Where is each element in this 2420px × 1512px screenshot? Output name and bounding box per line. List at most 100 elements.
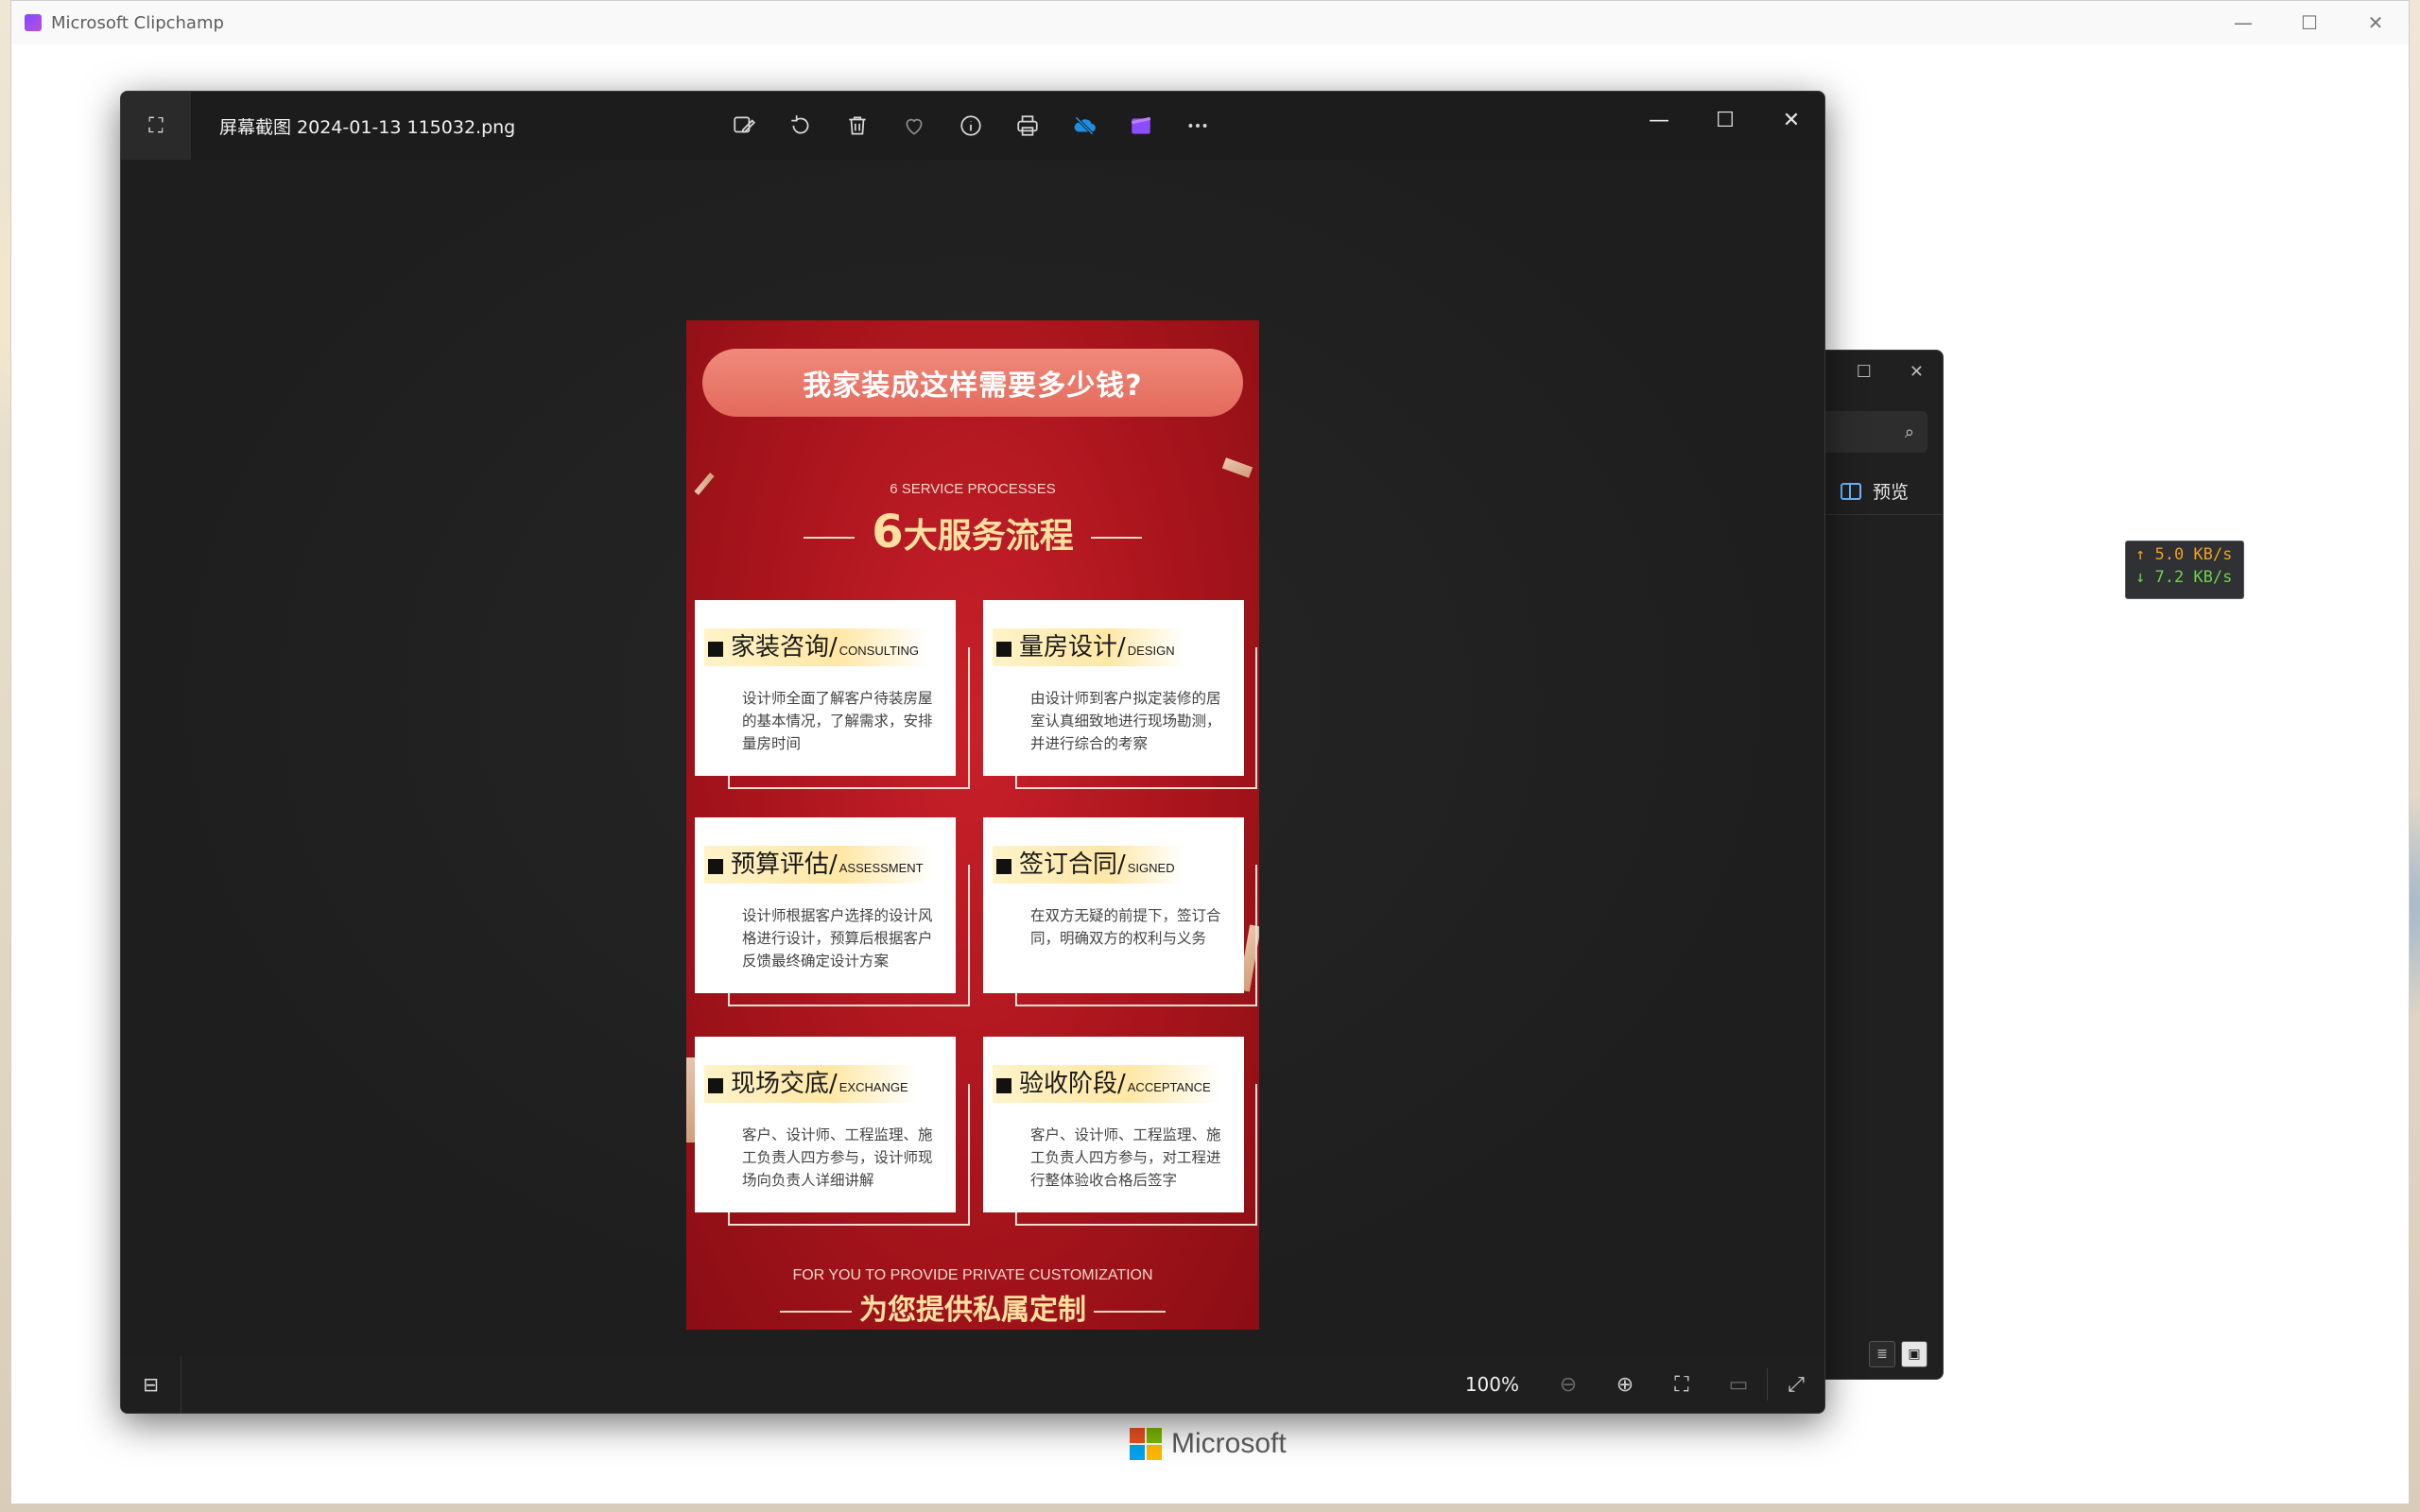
card-title-en: ASSESSMENT: [838, 861, 924, 875]
favorite-button[interactable]: [896, 108, 932, 144]
photos-close-button[interactable]: ✕: [1758, 92, 1824, 148]
edit-image-icon: [734, 116, 756, 133]
card-description: 由设计师到客户拟定装修的居室认真细致地进行现场勘测，并进行综合的考察: [1030, 690, 1221, 752]
photos-maximize-button[interactable]: ☐: [1692, 92, 1758, 148]
card-description: 客户、设计师、工程监理、施工负责人四方参与，设计师现场向负责人详细讲解: [742, 1126, 933, 1189]
filmstrip-toggle-button[interactable]: ⊟: [121, 1356, 182, 1413]
service-card: 量房设计/DESIGN 由设计师到客户拟定装修的居室认真细致地进行现场勘测，并进…: [983, 600, 1259, 791]
fullscreen-icon: ⤢: [1788, 1372, 1805, 1397]
poster-footer: 为您提供私属定制: [686, 1286, 1259, 1328]
info-button[interactable]: [953, 108, 989, 144]
card-title: 现场交底/EXCHANGE: [704, 1065, 918, 1103]
rotate-button[interactable]: [783, 108, 819, 144]
search-icon[interactable]: ⌕: [1905, 422, 1914, 442]
gallery-icon: ⛶: [148, 113, 164, 138]
card-title: 家装咨询/CONSULTING: [704, 628, 929, 666]
details-view-icon[interactable]: ≣: [1869, 1341, 1895, 1367]
footer-line-left: [780, 1310, 852, 1313]
fit-to-window-button[interactable]: ⛶: [1653, 1356, 1710, 1413]
card-title-cn: 量房设计/: [1019, 633, 1126, 662]
zoom-out-icon: ⊖: [1559, 1372, 1578, 1397]
side-maximize-icon[interactable]: ☐: [1857, 362, 1872, 382]
side-window-controls: ☐ ✕: [1816, 351, 1943, 392]
photos-viewer-window: ⛶ 屏幕截图 2024-01-13 115032.png — ☐ ✕ 我家装成这…: [120, 91, 1825, 1414]
file-name: 屏幕截图 2024-01-13 115032.png: [219, 116, 516, 138]
preview-pane-icon: [1841, 482, 1861, 500]
card-title-cn: 签订合同/: [1019, 850, 1126, 879]
service-card: 验收阶段/ACCEPTANCE 客户、设计师、工程监理、施工负责人四方参与，对工…: [983, 1037, 1259, 1228]
card-title: 验收阶段/ACCEPTANCE: [993, 1065, 1220, 1103]
print-icon: [1017, 115, 1038, 136]
side-search-box[interactable]: ⌕: [1816, 411, 1927, 453]
zoom-in-button[interactable]: ⊕: [1597, 1356, 1653, 1413]
view-switcher: ≣ ▣: [1869, 1341, 1927, 1367]
heading-line-right: [1090, 537, 1142, 539]
photos-minimize-button[interactable]: —: [1626, 92, 1692, 148]
preview-label: 预览: [1873, 482, 1910, 503]
tiles-view-icon[interactable]: ▣: [1901, 1341, 1927, 1367]
side-close-icon[interactable]: ✕: [1910, 362, 1924, 382]
filmstrip-icon: ⊟: [143, 1373, 159, 1396]
card-title-cn: 验收阶段/: [1019, 1070, 1126, 1098]
actual-size-icon: ▭: [1728, 1372, 1749, 1397]
clipchamp-icon: [1131, 116, 1151, 134]
more-options-button[interactable]: [1180, 108, 1216, 144]
clipchamp-minimize-button[interactable]: —: [2210, 1, 2276, 44]
card-title-cn: 现场交底/: [731, 1070, 838, 1098]
rotate-icon: [791, 115, 809, 134]
delete-button[interactable]: [839, 108, 875, 144]
onedrive-icon: [1074, 116, 1096, 135]
photos-bottom-bar: ⊟ 100% ⊖ ⊕ ⛶ ▭ ⤢: [121, 1356, 1824, 1413]
upload-speed: ↑ 5.0 KB/s: [2135, 545, 2233, 564]
delete-icon: [849, 116, 866, 135]
card-description: 设计师全面了解客户待装房屋的基本情况，了解需求，安排量房时间: [742, 690, 933, 752]
clipchamp-maximize-button[interactable]: ☐: [2276, 1, 2342, 44]
clipchamp-close-button[interactable]: ✕: [2342, 1, 2409, 44]
service-card: 预算评估/ASSESSMENT 设计师根据客户选择的设计风格进行设计，预算后根据…: [695, 817, 971, 1008]
service-card: 现场交底/EXCHANGE 客户、设计师、工程监理、施工负责人四方参与，设计师现…: [695, 1037, 971, 1228]
clipchamp-window-controls: — ☐ ✕: [2210, 1, 2409, 44]
network-speed-widget: ↑ 5.0 KB/s ↓ 7.2 KB/s: [2125, 541, 2244, 599]
card-description: 客户、设计师、工程监理、施工负责人四方参与，对工程进行整体验收合格后签字: [1030, 1126, 1221, 1189]
footer-text: 为您提供私属定制: [859, 1294, 1086, 1327]
clipchamp-title: Microsoft Clipchamp: [51, 12, 224, 33]
fullscreen-button[interactable]: ⤢: [1768, 1356, 1824, 1413]
microsoft-brand: Microsoft: [1130, 1428, 1287, 1460]
image-canvas[interactable]: 我家装成这样需要多少钱? 6 SERVICE PROCESSES 6大服务流程 …: [121, 160, 1824, 1356]
bullet-square-icon: [708, 642, 723, 657]
poster-banner: 我家装成这样需要多少钱?: [702, 349, 1243, 417]
edit-image-button[interactable]: [726, 108, 762, 144]
preview-toggle[interactable]: 预览: [1816, 468, 1943, 515]
microsoft-brand-text: Microsoft: [1171, 1428, 1287, 1459]
poster-subtitle-en: 6 SERVICE PROCESSES: [890, 481, 1056, 497]
heading-number: 6: [872, 506, 904, 558]
card-title: 预算评估/ASSESSMENT: [704, 846, 933, 884]
decorative-ribbon: [1221, 457, 1253, 478]
card-description: 在双方无疑的前提下，签订合同，明确双方的权利与义务: [1030, 907, 1221, 947]
clipchamp-logo-icon: [25, 14, 42, 31]
card-title-en: SIGNED: [1127, 861, 1175, 875]
zoom-out-button[interactable]: ⊖: [1540, 1356, 1597, 1413]
service-card: 签订合同/SIGNED 在双方无疑的前提下，签订合同，明确双方的权利与义务: [983, 817, 1259, 1008]
card-title-en: ACCEPTANCE: [1127, 1080, 1211, 1094]
onedrive-button[interactable]: [1066, 108, 1102, 144]
bullet-square-icon: [708, 1078, 723, 1093]
gallery-button[interactable]: ⛶: [121, 92, 191, 160]
card-title-en: DESIGN: [1127, 644, 1175, 658]
bullet-square-icon: [996, 642, 1011, 657]
actual-size-button[interactable]: ▭: [1710, 1356, 1767, 1413]
service-card: 家装咨询/CONSULTING 设计师全面了解客户待装房屋的基本情况，了解需求，…: [695, 600, 971, 791]
zoom-level[interactable]: 100%: [1465, 1373, 1519, 1396]
footer-line-right: [1094, 1310, 1166, 1313]
heading-line-left: [804, 537, 856, 539]
fit-window-icon: ⛶: [1674, 1372, 1689, 1397]
bullet-square-icon: [996, 1078, 1011, 1093]
bullet-square-icon: [996, 859, 1011, 874]
card-title-en: CONSULTING: [838, 644, 920, 658]
file-explorer-window: ☐ ✕ ⌕ 预览 ≣ ▣: [1815, 350, 1944, 1380]
photos-toolbar: [726, 92, 1216, 160]
print-button[interactable]: [1010, 108, 1046, 144]
photos-window-controls: — ☐ ✕: [1626, 92, 1824, 160]
clipchamp-button[interactable]: [1123, 108, 1159, 144]
info-icon: [960, 115, 981, 136]
